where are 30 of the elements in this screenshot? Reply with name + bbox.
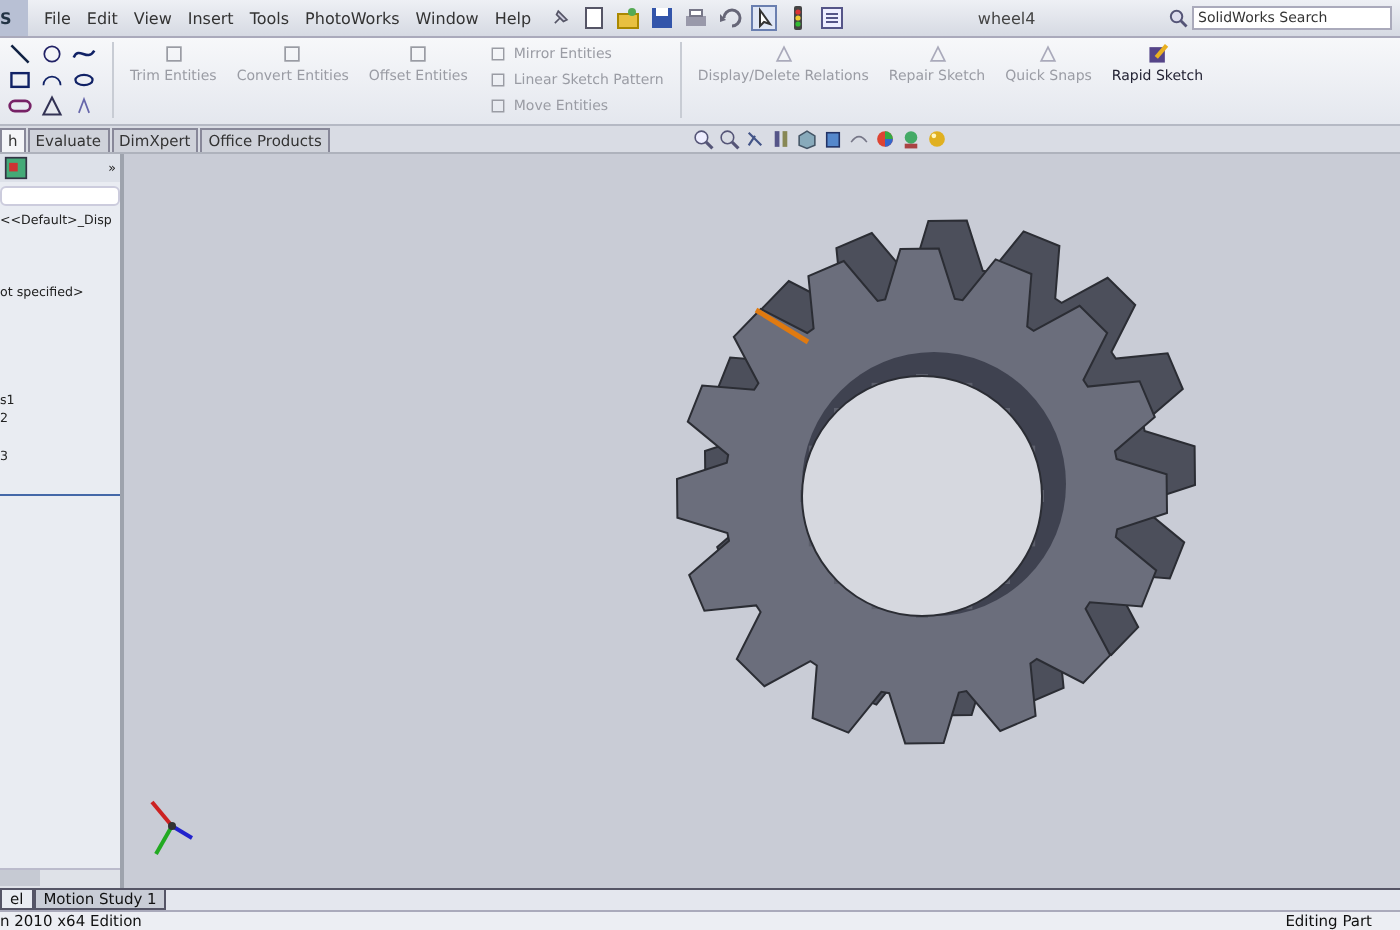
options-list-icon[interactable] [817, 4, 846, 32]
menu-item[interactable]: Insert [179, 9, 242, 27]
undo-icon[interactable] [715, 4, 744, 32]
polygon-icon[interactable] [40, 94, 64, 118]
sketch-pencil-icon [1145, 42, 1170, 66]
menu-item[interactable]: View [125, 9, 180, 27]
filter-field[interactable] [0, 186, 120, 206]
zoom-area-icon[interactable] [717, 128, 740, 150]
scrollbar[interactable] [0, 868, 120, 888]
menu-item[interactable]: Help [486, 9, 540, 27]
appearance-icon[interactable] [873, 128, 896, 150]
slot-icon[interactable] [8, 94, 32, 118]
circle-icon[interactable] [40, 42, 64, 66]
printer-icon[interactable] [681, 4, 710, 32]
ellipse-icon[interactable] [72, 68, 96, 92]
rectangle-icon[interactable] [8, 68, 32, 92]
menu-item[interactable]: PhotoWorks [297, 9, 408, 27]
axis-triad-icon [150, 800, 194, 855]
zoom-to-fit-icon[interactable] [691, 128, 714, 150]
app-logo[interactable]: S [0, 0, 28, 36]
select-pointer-icon[interactable] [749, 4, 778, 32]
search-icon [1168, 8, 1188, 28]
menu-item[interactable]: File [36, 9, 79, 27]
window-title: wheel4 [975, 9, 1038, 27]
line-icon[interactable] [8, 42, 32, 66]
save-icon[interactable] [647, 4, 676, 32]
menu-item[interactable]: Window [407, 9, 487, 27]
menu-item[interactable]: Edit [78, 9, 126, 27]
new-document-icon[interactable] [579, 4, 608, 32]
menu-item[interactable]: Tools [241, 9, 298, 27]
